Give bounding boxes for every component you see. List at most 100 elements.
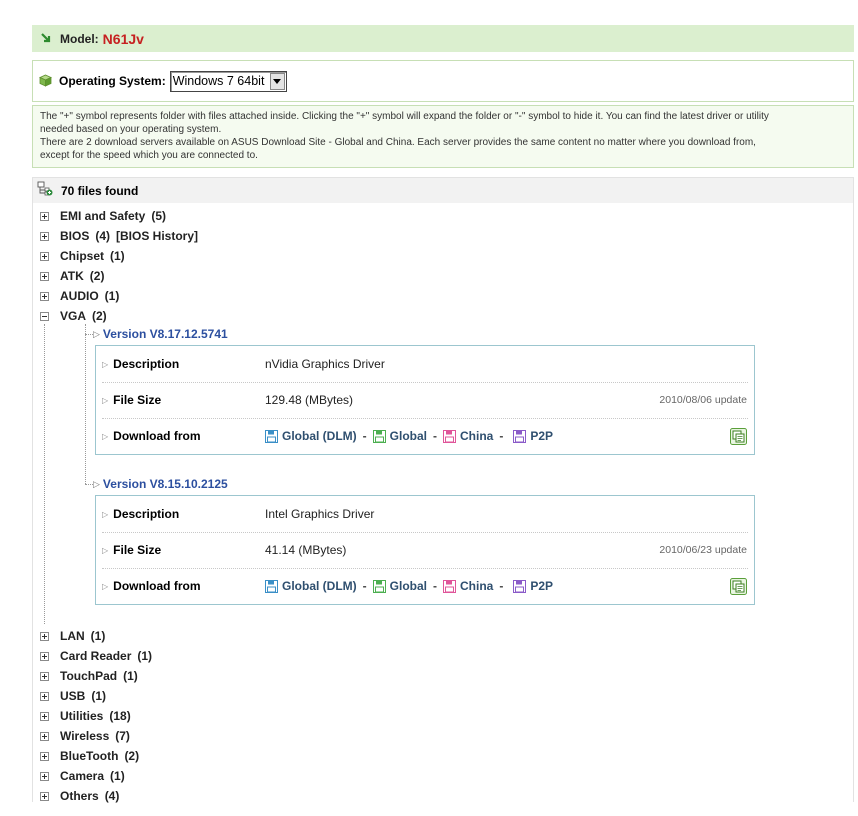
triangle-right-icon: ▷ [93,328,100,339]
expand-plus-icon[interactable] [40,211,49,221]
category-count: (1) [90,629,106,643]
triangle-right-icon: ▷ [102,395,109,405]
server-label: Global [389,429,427,443]
tree-line [44,324,45,624]
floppy-disk-icon [265,579,278,593]
category-name: AUDIO [60,289,99,303]
bios-history-link[interactable]: [BIOS History] [116,229,198,243]
category-usb[interactable]: USB (1) [40,688,106,704]
info-text-box: The "+" symbol represents folder with fi… [32,105,854,168]
download-p2p-link[interactable]: P2P [513,429,553,443]
category-count: (4) [104,789,120,803]
category-name: Wireless [60,729,110,743]
download-china-link[interactable]: China [443,429,493,443]
version-label: Version V8.17.12.5741 [102,327,228,341]
os-select[interactable]: Windows 7 64bit [169,70,287,92]
category-bios[interactable]: BIOS (4) [BIOS History] [40,228,198,244]
separator: - [362,429,367,443]
filesize-value: 129.48 (MBytes) [265,393,354,407]
expand-plus-icon[interactable] [40,791,49,801]
floppy-disk-icon [372,429,386,443]
category-atk[interactable]: ATK (2) [40,268,104,284]
info-line: needed based on your operating system. [40,124,222,135]
separator: - [433,579,437,593]
separator: - [499,429,504,443]
expand-plus-icon[interactable] [40,711,49,721]
expand-plus-icon[interactable] [40,731,49,741]
expand-plus-icon[interactable] [40,771,49,781]
package-icon [39,74,53,88]
server-label: Global [389,579,427,593]
category-others[interactable]: Others (4) [40,788,119,804]
expand-plus-icon[interactable] [40,251,49,261]
category-name: BIOS [60,229,90,243]
copy-link-icon[interactable] [730,427,747,445]
download-china-link[interactable]: China [443,579,493,593]
filesize-row: ▷ File Size 129.48 (MBytes) 2010/08/06 up… [96,382,754,418]
server-label: P2P [530,429,554,443]
update-date: 2010/06/23 update [659,544,747,556]
expand-plus-icon[interactable] [40,671,49,681]
category-camera[interactable]: Camera (1) [40,768,125,784]
download-global-dlm-link[interactable]: Global (DLM) [265,429,357,443]
download-global-link[interactable]: Global [372,579,427,593]
category-audio[interactable]: AUDIO (1) [40,288,119,304]
category-chipset[interactable]: Chipset (1) [40,248,125,264]
files-panel: 70 files found EMI and Safety (5) BIOS (… [32,177,854,804]
download-p2p-link[interactable]: P2P [513,579,553,593]
category-name: Camera [60,769,105,783]
category-name: Others [60,789,99,803]
filesize-label-text: File Size [113,393,162,407]
version-title[interactable]: ▷ Version V8.17.12.5741 [93,326,228,342]
chevron-down-icon[interactable] [269,72,285,90]
filesize-label: ▷ File Size [102,543,161,557]
category-utilities[interactable]: Utilities (18) [40,708,131,724]
category-card-reader[interactable]: Card Reader (1) [40,648,152,664]
download-global-dlm-link[interactable]: Global (DLM) [265,579,357,593]
category-lan[interactable]: LAN (1) [40,628,105,644]
download-links: Global (DLM) - Global - China - P2P [265,429,553,443]
info-line: except for the speed which you are conne… [40,150,258,161]
version-title[interactable]: ▷ Version V8.15.10.2125 [93,476,228,492]
expand-plus-icon[interactable] [40,691,49,701]
category-wireless[interactable]: Wireless (7) [40,728,130,744]
server-label: P2P [530,579,554,593]
description-label: ▷ Description [102,357,179,371]
category-count: (2) [92,309,107,323]
triangle-right-icon: ▷ [102,509,109,519]
files-tree-icon [37,181,53,200]
download-global-link[interactable]: Global [372,429,427,443]
expand-plus-icon[interactable] [40,291,49,301]
triangle-right-icon: ▷ [102,581,109,591]
expand-plus-icon[interactable] [40,651,49,661]
update-date: 2010/08/06 update [659,394,747,406]
download-label: ▷ Download from [102,429,200,443]
arrow-down-right-icon [40,32,54,46]
server-label: China [460,429,494,443]
category-bluetooth[interactable]: BlueTooth (2) [40,748,139,764]
copy-link-icon[interactable] [730,577,747,595]
category-name: Card Reader [60,649,132,663]
expand-plus-icon[interactable] [40,631,49,641]
collapse-minus-icon[interactable] [40,311,49,321]
model-bar: Model: N61Jv [32,25,854,52]
category-name: VGA [60,309,87,323]
category-name: LAN [60,629,85,643]
category-emi-and-safety[interactable]: EMI and Safety (5) [40,208,166,224]
category-touchpad[interactable]: TouchPad (1) [40,668,138,684]
category-vga[interactable]: VGA (2) [40,308,107,324]
filesize-row: ▷ File Size 41.14 (MBytes) 2010/06/23 upd… [96,532,754,568]
download-row: ▷ Download from Global (DLM) - Global - C… [96,568,754,604]
category-count: (1) [104,289,120,303]
description-label-text: Description [113,507,180,521]
model-label: Model: [60,31,99,46]
separator: - [433,429,437,443]
description-row: ▷ Description nVidia Graphics Driver [96,346,754,382]
category-count: (2) [124,749,140,763]
expand-plus-icon[interactable] [40,231,49,241]
expand-plus-icon[interactable] [40,271,49,281]
category-name: Utilities [60,709,104,723]
category-name: Chipset [60,249,105,263]
expand-plus-icon[interactable] [40,751,49,761]
floppy-disk-icon [443,429,456,443]
